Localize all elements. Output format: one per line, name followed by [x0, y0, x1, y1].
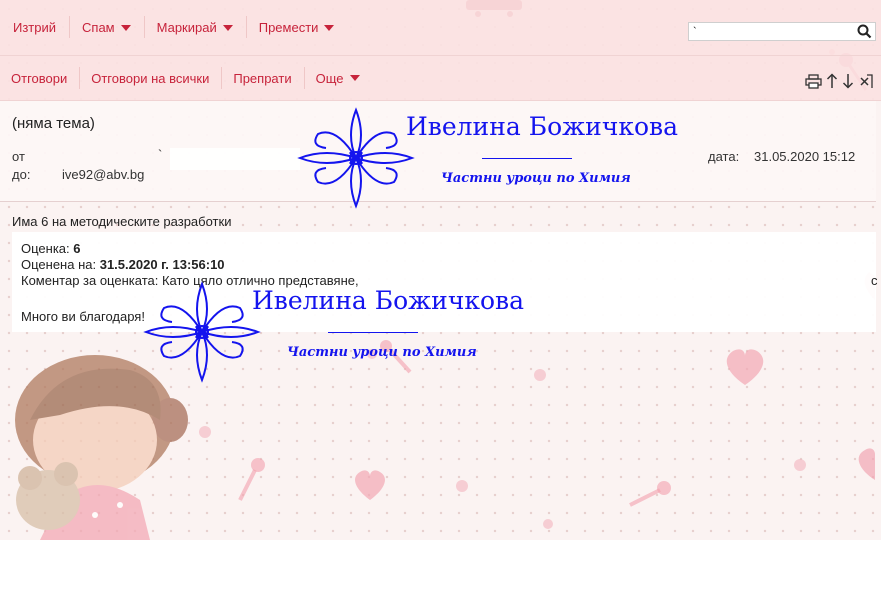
- delete-button-label: Изтрий: [13, 20, 57, 35]
- date-label: дата:: [708, 149, 740, 164]
- graded-row: Оценена на: 31.5.2020 г. 13:56:10: [21, 257, 225, 272]
- arrow-up-icon[interactable]: [826, 73, 838, 93]
- reply-button-label: Отговори: [11, 70, 68, 86]
- thanks-text: Много ви благодаря!: [21, 309, 145, 324]
- watermark-bottom: Ивелина Божичкова Частни уроци по Химия: [142, 280, 542, 386]
- delete-button[interactable]: Изтрий: [0, 20, 69, 35]
- date-value: 31.05.2020 15:12: [754, 149, 856, 164]
- from-value[interactable]: `: [158, 147, 162, 162]
- spam-button-label: Спам: [82, 20, 115, 35]
- watermark-name: Ивелина Божичкова: [252, 286, 524, 315]
- grade-value: 6: [73, 241, 81, 256]
- watermark-subtitle: Частни уроци по Химия: [287, 345, 477, 360]
- watermark-divider: [482, 158, 572, 159]
- watermark-divider: [328, 332, 418, 333]
- graded-label: Оценена на:: [21, 257, 100, 272]
- reply-all-button-label: Отговори на всички: [91, 70, 210, 86]
- ornament-icon: [143, 281, 261, 383]
- message-subject: (няма тема): [12, 115, 95, 132]
- message-intro: Има 6 на методическите разработки: [12, 214, 232, 229]
- comment-tail: с: [871, 273, 878, 288]
- mark-button[interactable]: Маркирай: [143, 16, 246, 38]
- caret-down-icon: [324, 24, 335, 31]
- comment-label: Коментар за оценката:: [21, 273, 162, 288]
- arrow-down-icon[interactable]: [842, 73, 854, 93]
- caret-down-icon: [120, 24, 131, 31]
- watermark-top: Ивелина Божичкова Частни уроци по Химия: [296, 106, 696, 212]
- more-button[interactable]: Още: [303, 66, 372, 89]
- mark-button-label: Маркирай: [156, 20, 217, 35]
- print-icon[interactable]: [805, 73, 822, 93]
- ornament-icon: [297, 107, 415, 209]
- main-toolbar: Изтрий Спам Маркирай Премести: [0, 0, 881, 56]
- move-button-label: Премести: [258, 20, 319, 35]
- move-button[interactable]: Премести: [245, 16, 348, 38]
- spam-button[interactable]: Спам: [69, 16, 144, 38]
- search-box: [688, 22, 876, 41]
- forward-button-label: Препрати: [233, 70, 292, 86]
- from-label: от: [12, 149, 25, 164]
- grade-label: Оценка:: [21, 241, 74, 256]
- grade-row: Оценка: 6: [21, 241, 80, 256]
- watermark-subtitle: Частни уроци по Химия: [441, 171, 631, 186]
- caret-down-icon: [349, 75, 360, 81]
- close-icon[interactable]: [858, 73, 873, 93]
- search-input[interactable]: [689, 24, 857, 39]
- message-toolbar: Отговори Отговори на всички Препрати Още: [0, 56, 881, 101]
- reply-button[interactable]: Отговори: [0, 71, 79, 86]
- to-value[interactable]: ive92@abv.bg: [62, 167, 144, 182]
- search-icon[interactable]: [857, 24, 872, 43]
- to-label: до:: [12, 167, 31, 182]
- message-actions: [805, 73, 873, 93]
- watermark-name: Ивелина Божичкова: [406, 112, 678, 141]
- mail-window: Изтрий Спам Маркирай Премести Отговори О…: [0, 0, 881, 540]
- more-button-label: Още: [315, 70, 344, 86]
- graded-value: 31.5.2020 г. 13:56:10: [99, 257, 225, 272]
- redacted-sender: [170, 148, 300, 170]
- forward-button[interactable]: Препрати: [221, 66, 303, 89]
- reply-all-button[interactable]: Отговори на всички: [79, 66, 221, 89]
- caret-down-icon: [222, 24, 233, 31]
